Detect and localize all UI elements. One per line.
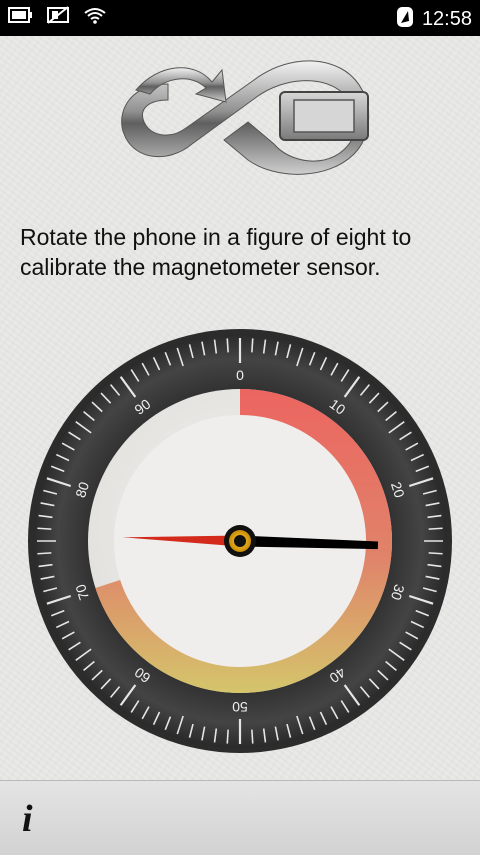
info-button[interactable]: i <box>22 796 62 842</box>
wifi-icon <box>84 6 106 29</box>
no-sim-icon <box>46 6 72 29</box>
dial-label-0: 0 <box>236 367 244 383</box>
dial-label-50: 50 <box>232 699 248 715</box>
calibration-instruction: Rotate the phone in a figure of eight to… <box>20 224 412 280</box>
status-clock: 12:58 <box>421 8 472 30</box>
figure-eight-rotate-phone-icon <box>108 56 374 176</box>
calibration-dial: 0 10 20 30 40 50 60 70 80 90 <box>27 328 453 754</box>
status-bar: 12:58 <box>0 0 480 36</box>
bottom-toolbar: i <box>0 780 480 855</box>
battery-icon <box>8 6 34 29</box>
location-icon <box>396 5 414 34</box>
